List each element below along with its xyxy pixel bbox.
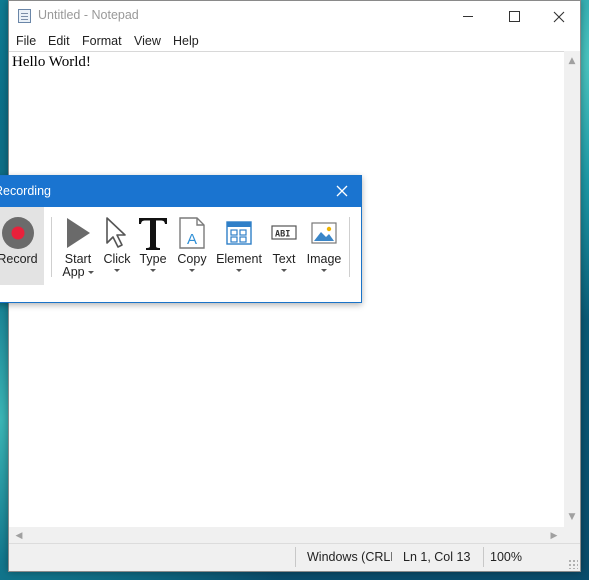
- record-icon: [1, 217, 34, 249]
- type-button[interactable]: Type: [136, 215, 170, 272]
- close-icon: [553, 11, 565, 22]
- start-app-label-line2: App: [62, 265, 85, 279]
- document-copy-icon: A: [179, 217, 205, 249]
- image-label: Image: [306, 252, 342, 266]
- status-divider: [483, 547, 484, 567]
- image-icon: [311, 222, 337, 244]
- close-icon: [336, 185, 348, 197]
- type-label: Type: [139, 252, 167, 266]
- horizontal-scrollbar[interactable]: ◀ ▶: [9, 527, 564, 544]
- dropdown-caret-icon[interactable]: [321, 269, 327, 272]
- scroll-left-icon[interactable]: ◀: [11, 527, 27, 544]
- svg-text:A: A: [187, 231, 197, 248]
- dropdown-caret-icon[interactable]: [114, 269, 120, 272]
- minimize-button[interactable]: [445, 1, 491, 32]
- element-grid-icon: [226, 221, 252, 245]
- dropdown-caret-icon[interactable]: [236, 269, 242, 272]
- status-divider: [295, 547, 296, 567]
- menu-help[interactable]: Help: [172, 34, 200, 48]
- recording-title-bar[interactable]: Recording: [0, 176, 361, 207]
- record-button[interactable]: Record: [0, 215, 44, 266]
- resize-grip-icon[interactable]: [568, 559, 578, 569]
- status-zoom: 100%: [490, 550, 522, 564]
- dropdown-caret-icon[interactable]: [189, 269, 195, 272]
- menu-view[interactable]: View: [133, 34, 162, 48]
- menu-format[interactable]: Format: [81, 34, 123, 48]
- dropdown-caret-icon[interactable]: [87, 271, 94, 275]
- editor-content: Hello World!: [12, 54, 91, 70]
- element-button[interactable]: Element: [215, 215, 263, 272]
- copy-label: Copy: [177, 252, 207, 266]
- maximize-button[interactable]: [491, 1, 537, 32]
- close-button[interactable]: [536, 1, 582, 32]
- click-button[interactable]: Click: [100, 215, 134, 272]
- notepad-icon: [18, 9, 31, 23]
- scroll-down-icon[interactable]: ▼: [564, 509, 580, 525]
- scroll-right-icon[interactable]: ▶: [546, 527, 562, 544]
- dropdown-caret-icon[interactable]: [150, 269, 156, 272]
- svg-text:ABI: ABI: [275, 230, 290, 240]
- title-bar[interactable]: Untitled - Notepad: [9, 1, 580, 32]
- window-title: Untitled - Notepad: [38, 8, 139, 22]
- recording-tools: Record Start App Click Type A Copy Eleme…: [0, 207, 361, 302]
- start-app-button[interactable]: Start App: [61, 215, 95, 279]
- text-field-icon: ABI: [271, 225, 297, 240]
- image-button[interactable]: Image: [304, 215, 344, 272]
- menu-file[interactable]: File: [15, 34, 37, 48]
- element-label: Element: [216, 252, 262, 266]
- maximize-icon: [508, 11, 520, 22]
- copy-button[interactable]: A Copy: [175, 215, 209, 272]
- menu-bar: File Edit Format View Help: [9, 32, 580, 51]
- toolbar-divider: [349, 217, 350, 277]
- scroll-up-icon[interactable]: ▲: [564, 53, 580, 69]
- vertical-scrollbar[interactable]: ▲ ▼: [564, 51, 580, 527]
- type-icon: [139, 218, 167, 250]
- text-label: Text: [272, 252, 296, 266]
- menu-edit[interactable]: Edit: [47, 34, 71, 48]
- status-line-ending: Windows (CRLF): [307, 550, 392, 564]
- recording-toolbar-window: Recording Record: [0, 175, 362, 303]
- start-app-label: Start App: [62, 252, 94, 279]
- status-bar: Windows (CRLF) Ln 1, Col 13 100%: [9, 543, 580, 571]
- dropdown-caret-icon[interactable]: [281, 269, 287, 272]
- recording-close-button[interactable]: [331, 180, 353, 202]
- cursor-icon: [106, 217, 126, 248]
- text-button[interactable]: ABI Text: [267, 215, 301, 272]
- record-label: Record: [0, 252, 38, 266]
- minimize-icon: [463, 16, 473, 17]
- recording-title: Recording: [0, 184, 51, 198]
- toolbar-divider: [51, 217, 52, 277]
- status-cursor-position: Ln 1, Col 13: [403, 550, 471, 564]
- scroll-corner: [564, 527, 580, 544]
- start-app-label-line1: Start: [64, 252, 92, 266]
- click-label: Click: [103, 252, 131, 266]
- play-icon: [67, 218, 90, 248]
